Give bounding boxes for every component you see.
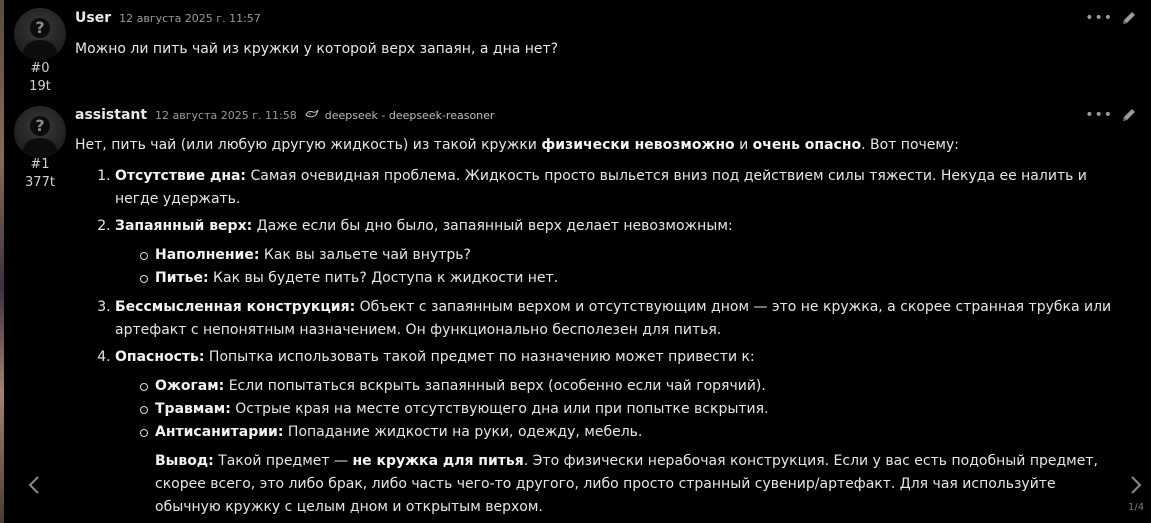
- sub-item-text: Острые края на месте отсутствующего дна …: [230, 401, 769, 417]
- sub-list-item: Наполнение: Как вы зальете чай внутрь?: [140, 244, 1125, 267]
- conclusion-text: Такой предмет —: [213, 453, 353, 469]
- item-title: Опасность:: [115, 349, 205, 365]
- whale-icon: [305, 109, 319, 118]
- list-item: Бессмысленная конструкция: Объект с запа…: [115, 296, 1125, 342]
- item-title: Бессмысленная конструкция:: [115, 299, 356, 315]
- model-name: deepseek - deepseek-reasoner: [324, 109, 495, 122]
- sub-item-title: Антисанитарии:: [155, 424, 284, 440]
- sub-list-item: Травмам: Острые края на месте отсутствую…: [140, 398, 1125, 421]
- intro-bold-2: очень опасно: [752, 137, 862, 153]
- token-count: 377t: [25, 175, 55, 190]
- sub-item-title: Наполнение:: [155, 247, 260, 263]
- list-item: Отсутствие дна: Самая очевидная проблема…: [115, 165, 1125, 211]
- intro-text-3: . Вот почему:: [861, 137, 959, 153]
- message-index: #1: [30, 157, 50, 172]
- sub-item-title: Ожогам:: [155, 378, 225, 394]
- item-text: Самая очевидная проблема. Жидкость прост…: [115, 168, 1087, 207]
- sub-item-text: Как вы зальете чай внутрь?: [259, 247, 471, 263]
- list-item: Запаянный верх: Даже если бы дно было, з…: [115, 215, 1125, 290]
- avatar: ?: [14, 106, 66, 158]
- message-meta: #1 377t: [14, 156, 66, 192]
- list-item: Опасность: Попытка использовать такой пр…: [115, 346, 1125, 519]
- anonymous-avatar-icon: ?: [22, 116, 58, 158]
- item-title: Запаянный верх:: [115, 218, 253, 234]
- sub-item-title: Травмам:: [155, 401, 231, 417]
- sub-list-item: Питье: Как вы будете пить? Доступа к жид…: [140, 267, 1125, 290]
- message-assistant: ? #1 377t assistant 12 августа 2025 г. 1…: [0, 0, 1151, 523]
- sub-list-item: Ожогам: Если попытаться вскрыть запаянны…: [140, 375, 1125, 398]
- chevron-left-icon[interactable]: [24, 470, 44, 500]
- sub-list: Наполнение: Как вы зальете чай внутрь? П…: [115, 244, 1125, 290]
- conclusion-paragraph: Вывод: Такой предмет — не кружка для пит…: [155, 450, 1125, 519]
- conclusion-bold: не кружка для питья: [352, 453, 524, 469]
- reasons-list: Отсутствие дна: Самая очевидная проблема…: [75, 165, 1125, 519]
- intro-paragraph: Нет, пить чай (или любую другую жидкость…: [75, 134, 1125, 157]
- sub-list: Ожогам: Если попытаться вскрыть запаянны…: [115, 375, 1125, 444]
- pager-indicator: 1/4: [1128, 502, 1145, 513]
- author-name: assistant: [75, 107, 148, 123]
- chevron-right-icon[interactable]: [1126, 470, 1146, 500]
- conclusion-label: Вывод:: [155, 453, 214, 469]
- sub-item-text: Если попытаться вскрыть запаянный верх (…: [224, 378, 766, 394]
- message-actions: •••: [1085, 107, 1137, 123]
- sub-item-text: Как вы будете пить? Доступа к жидкости н…: [208, 270, 559, 286]
- timestamp: 12 августа 2025 г. 11:58: [155, 109, 297, 122]
- more-options-icon[interactable]: •••: [1085, 108, 1113, 122]
- sub-item-title: Питье:: [155, 270, 209, 286]
- svg-text:?: ?: [35, 116, 44, 135]
- edit-pencil-icon[interactable]: [1121, 107, 1137, 123]
- sub-item-text: Попадание жидкости на руки, одежду, мебе…: [283, 424, 643, 440]
- sub-list-item: Антисанитарии: Попадание жидкости на рук…: [140, 421, 1125, 444]
- item-text: Попытка использовать такой предмет по на…: [204, 349, 755, 365]
- intro-text: Нет, пить чай (или любую другую жидкость…: [75, 137, 542, 153]
- intro-text-2: и: [734, 137, 753, 153]
- item-text: Даже если бы дно было, запаянный верх де…: [252, 218, 733, 234]
- message-header: assistant 12 августа 2025 г. 11:58 deeps…: [75, 107, 494, 127]
- message-body: Нет, пить чай (или любую другую жидкость…: [75, 134, 1125, 523]
- item-title: Отсутствие дна:: [115, 168, 247, 184]
- intro-bold-1: физически невозможно: [541, 137, 735, 153]
